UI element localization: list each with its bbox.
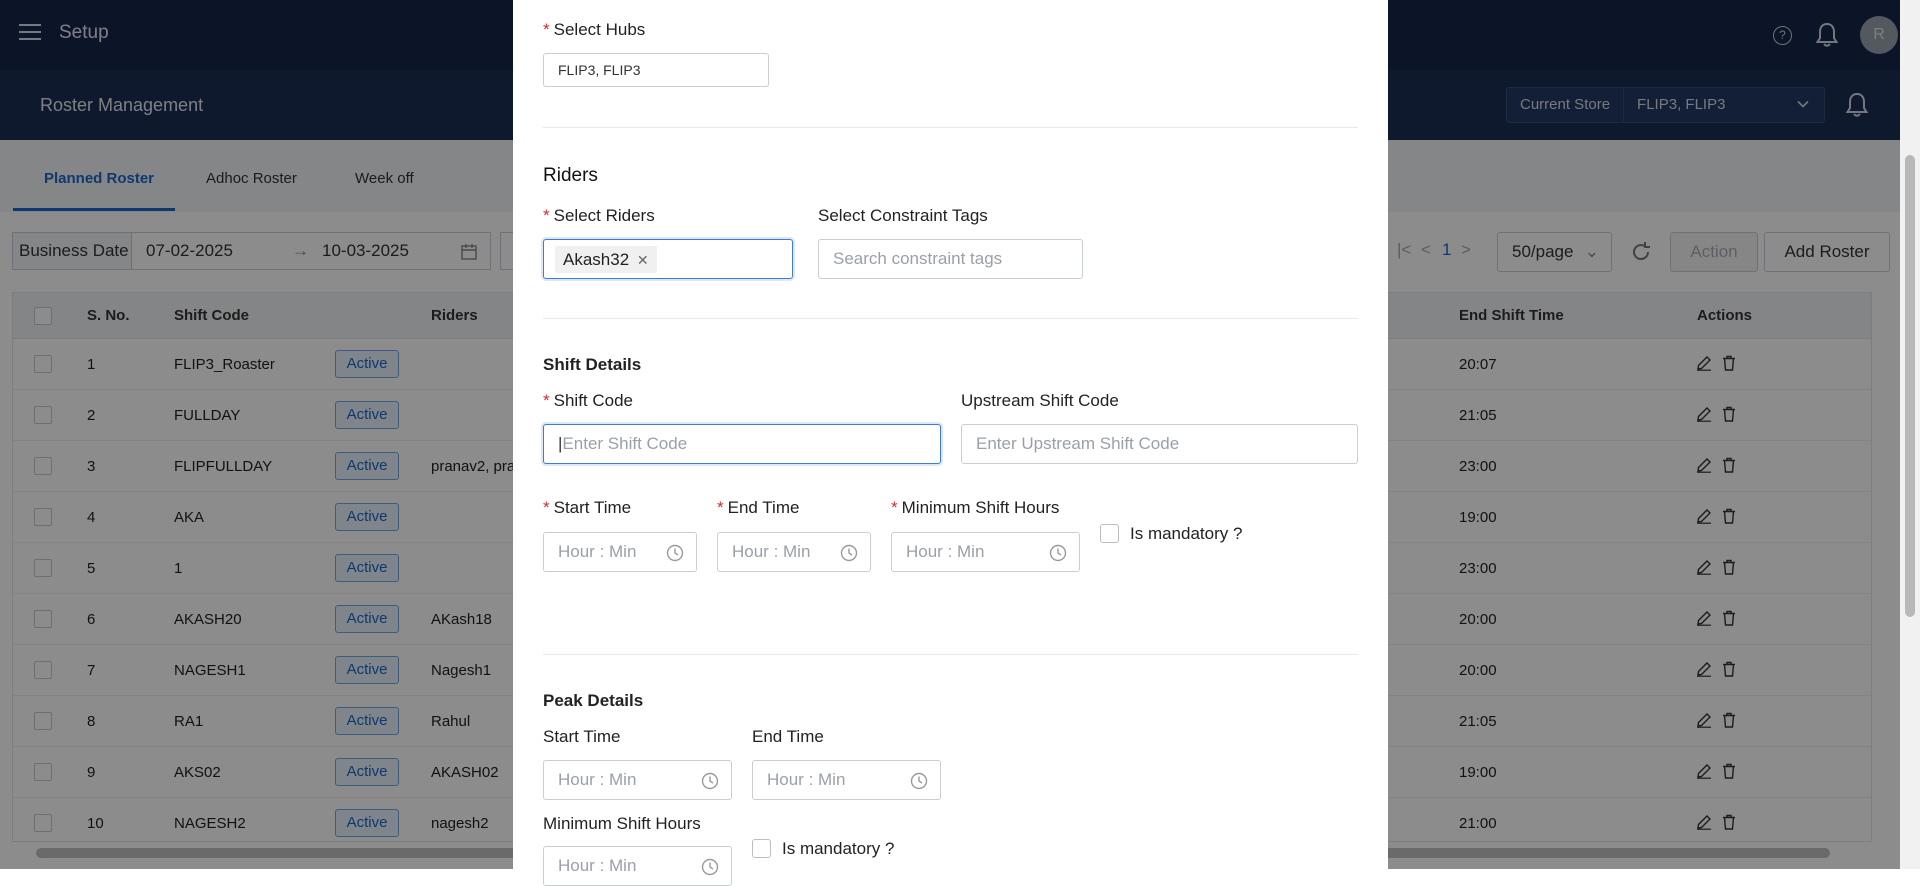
select-hubs-field[interactable]: FLIP3, FLIP3 [543, 53, 769, 87]
min-shift-hours-input[interactable]: Hour : Min [891, 532, 1080, 572]
clock-icon [666, 544, 684, 562]
clock-icon [910, 772, 928, 790]
constraint-tags-label: Select Constraint Tags [818, 206, 988, 225]
peak-is-mandatory-checkbox[interactable] [752, 839, 771, 858]
divider [543, 127, 1358, 128]
vertical-scrollbar[interactable] [1900, 0, 1920, 869]
min-shift-hours-label: * Minimum Shift Hours [891, 498, 1060, 517]
peak-min-shift-hours-input[interactable]: Hour : Min [543, 846, 732, 886]
peak-end-time-input[interactable]: Hour : Min [752, 760, 941, 800]
end-time-label: * End Time [717, 498, 800, 517]
remove-tag-icon[interactable]: ✕ [637, 252, 649, 268]
peak-start-time-input[interactable]: Hour : Min [543, 760, 732, 800]
select-riders-label: * Select Riders [543, 206, 655, 225]
shift-details-title: Shift Details [543, 355, 642, 374]
divider [543, 318, 1358, 319]
end-time-input[interactable]: Hour : Min [717, 532, 871, 572]
upstream-shift-code-label: Upstream Shift Code [961, 391, 1119, 410]
peak-details-title: Peak Details [543, 691, 644, 710]
shift-code-input[interactable]: |Enter Shift Code [543, 424, 941, 464]
clock-icon [701, 858, 719, 876]
peak-start-time-label: Start Time [543, 727, 621, 746]
is-mandatory-checkbox[interactable] [1100, 524, 1119, 543]
is-mandatory-label: Is mandatory ? [1130, 524, 1243, 543]
divider [543, 654, 1358, 655]
start-time-input[interactable]: Hour : Min [543, 532, 697, 572]
constraint-tags-input[interactable]: Search constraint tags [818, 239, 1083, 279]
rider-tag: Akash32 ✕ [555, 246, 657, 273]
start-time-label: * Start Time [543, 498, 632, 517]
peak-min-shift-hours-label: Minimum Shift Hours [543, 814, 701, 833]
clock-icon [840, 544, 858, 562]
select-hubs-label: * Select Hubs [543, 20, 646, 39]
peak-is-mandatory-label: Is mandatory ? [782, 839, 895, 858]
riders-section-title: Riders [543, 165, 598, 186]
select-riders-field[interactable]: Akash32 ✕ [543, 239, 793, 279]
scrollbar-thumb[interactable] [1905, 155, 1915, 617]
upstream-shift-code-input[interactable]: Enter Upstream Shift Code [961, 424, 1358, 464]
shift-code-label: * Shift Code [543, 391, 634, 410]
peak-end-time-label: End Time [752, 727, 824, 746]
clock-icon [701, 772, 719, 790]
clock-icon [1049, 544, 1067, 562]
add-roster-modal: * Select Hubs FLIP3, FLIP3 Riders * Select… [513, 0, 1388, 886]
